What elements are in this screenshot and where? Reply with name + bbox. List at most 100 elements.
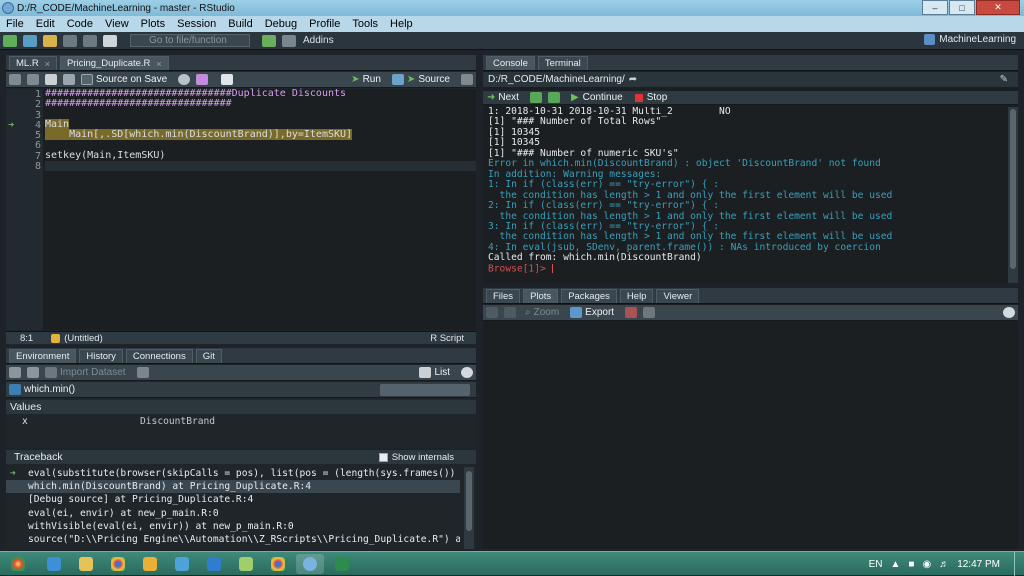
tab-ml-r[interactable]: ML.R ×	[9, 56, 57, 70]
step-into-icon[interactable]	[529, 92, 542, 103]
remove-plot-icon[interactable]	[625, 307, 638, 318]
tab-terminal[interactable]: Terminal	[537, 56, 588, 70]
save-all-icon[interactable]	[83, 34, 97, 47]
taskbar-app[interactable]	[168, 554, 196, 574]
taskbar-chrome2[interactable]	[264, 554, 292, 574]
input-language[interactable]: EN	[869, 559, 883, 570]
stop-button[interactable]: Stop	[647, 92, 668, 103]
rerun-icon[interactable]	[391, 74, 404, 85]
menu-view[interactable]: View	[99, 18, 135, 30]
refresh-icon[interactable]	[1003, 307, 1015, 318]
taskbar-rstudio[interactable]	[296, 553, 324, 574]
start-button[interactable]	[0, 554, 36, 574]
addins-menu[interactable]: Addins	[303, 35, 334, 46]
forward-icon[interactable]	[27, 74, 39, 85]
close-tab-icon[interactable]: ×	[156, 59, 161, 69]
import-dataset-icon[interactable]	[45, 367, 57, 378]
finish-icon[interactable]	[547, 92, 560, 103]
console-scrollbar[interactable]	[1008, 107, 1018, 283]
menu-file[interactable]: File	[0, 18, 30, 30]
taskbar-explorer[interactable]	[72, 554, 100, 574]
env-row[interactable]: x DiscountBrand	[6, 415, 476, 428]
wifi-icon[interactable]: ◉	[922, 559, 931, 570]
env-search-input[interactable]	[380, 383, 470, 396]
scroll-thumb[interactable]	[1010, 109, 1016, 269]
list-view-dropdown[interactable]: List	[434, 367, 450, 378]
show-internals-checkbox[interactable]	[378, 452, 388, 462]
tab-packages[interactable]: Packages	[561, 289, 617, 303]
new-file-icon[interactable]	[3, 34, 17, 47]
clear-console-icon[interactable]: ✎	[1000, 74, 1008, 85]
zoom-button[interactable]: Zoom	[534, 307, 560, 318]
tab-files[interactable]: Files	[486, 289, 521, 303]
goto-file-input[interactable]: Go to file/function	[130, 34, 250, 47]
menu-session[interactable]: Session	[171, 18, 222, 30]
outline-icon[interactable]	[461, 74, 473, 85]
menu-debug[interactable]: Debug	[259, 18, 303, 30]
export-dropdown[interactable]: Export	[585, 307, 614, 318]
wand-icon[interactable]	[196, 74, 209, 85]
refresh-icon[interactable]	[461, 367, 473, 378]
traceback-item[interactable]: [Debug source] at Pricing_Duplicate.R:4	[6, 493, 460, 506]
show-in-window-icon[interactable]	[45, 74, 57, 85]
traceback-item[interactable]: withVisible(eval(ei, envir)) at new_p_ma…	[6, 520, 460, 533]
compile-report-icon[interactable]	[221, 74, 234, 85]
traceback-item[interactable]: which.min(DiscountBrand) at Pricing_Dupl…	[6, 480, 460, 494]
volume-icon[interactable]: ♬	[939, 559, 949, 570]
back-icon[interactable]	[9, 74, 21, 85]
taskbar-app2[interactable]	[232, 554, 260, 574]
save-icon[interactable]	[63, 34, 77, 47]
taskbar-excel[interactable]	[328, 554, 356, 574]
env-scope-dropdown[interactable]: which.min()	[24, 384, 75, 395]
code-editor[interactable]: 1 2 3 ➜ 4 5 6 7 8 #######################…	[6, 88, 476, 330]
taskbar-chrome[interactable]	[104, 554, 132, 574]
previous-plot-icon[interactable]	[486, 307, 498, 318]
close-button[interactable]: ✕	[976, 0, 1020, 15]
menu-help[interactable]: Help	[384, 18, 419, 30]
new-project-icon[interactable]	[23, 34, 37, 47]
minimize-button[interactable]: –	[922, 0, 948, 15]
tab-viewer[interactable]: Viewer	[656, 289, 700, 303]
source-button[interactable]: Source	[418, 74, 450, 85]
run-button[interactable]: Run	[363, 74, 381, 85]
next-plot-icon[interactable]	[504, 307, 516, 318]
menu-edit[interactable]: Edit	[30, 18, 61, 30]
menu-code[interactable]: Code	[61, 18, 99, 30]
scroll-thumb[interactable]	[466, 471, 472, 531]
project-menu[interactable]: MachineLearning	[924, 34, 1016, 45]
import-dataset-button[interactable]: Import Dataset	[60, 367, 126, 378]
grid-icon[interactable]	[282, 34, 296, 47]
open-file-icon[interactable]	[43, 34, 57, 47]
traceback-scrollbar[interactable]	[464, 467, 474, 549]
save-icon[interactable]	[63, 74, 75, 85]
show-desktop-button[interactable]	[1014, 552, 1024, 576]
taskbar-vscode[interactable]	[200, 554, 228, 574]
taskbar-ie[interactable]	[40, 554, 68, 574]
tab-console[interactable]: Console	[486, 56, 535, 70]
traceback-item[interactable]: ➜ eval(substitute(browser(skipCalls = pos…	[6, 467, 460, 480]
find-icon[interactable]	[178, 74, 191, 85]
tab-connections[interactable]: Connections	[125, 349, 193, 363]
menu-tools[interactable]: Tools	[346, 18, 384, 30]
git-icon[interactable]	[262, 34, 276, 47]
maximize-button[interactable]: □	[949, 0, 975, 15]
console-output[interactable]: 1: 2018-10-31 2018-10-31 Multi_2 NO [1] "…	[483, 107, 1018, 283]
save-workspace-icon[interactable]	[27, 367, 39, 378]
print-icon[interactable]	[103, 34, 117, 47]
menu-profile[interactable]: Profile	[303, 18, 346, 30]
traceback-item[interactable]: source("D:\\Pricing Engine\\Automation\\…	[6, 533, 460, 546]
menu-build[interactable]: Build	[222, 18, 258, 30]
close-tab-icon[interactable]: ×	[45, 59, 50, 69]
load-workspace-icon[interactable]	[9, 367, 21, 378]
tab-git[interactable]: Git	[195, 349, 222, 363]
continue-button[interactable]: Continue	[583, 92, 623, 103]
tray-chevron-icon[interactable]: ▲	[891, 559, 901, 570]
tab-help[interactable]: Help	[619, 289, 654, 303]
menu-plots[interactable]: Plots	[135, 18, 171, 30]
broom-icon[interactable]	[136, 367, 149, 378]
next-button[interactable]: Next	[498, 92, 519, 103]
file-type[interactable]: R Script	[430, 333, 464, 344]
taskbar-outlook[interactable]	[136, 554, 164, 574]
tray-app-icon[interactable]: ■	[908, 559, 914, 570]
go-to-directory-icon[interactable]: ➦	[629, 74, 637, 85]
